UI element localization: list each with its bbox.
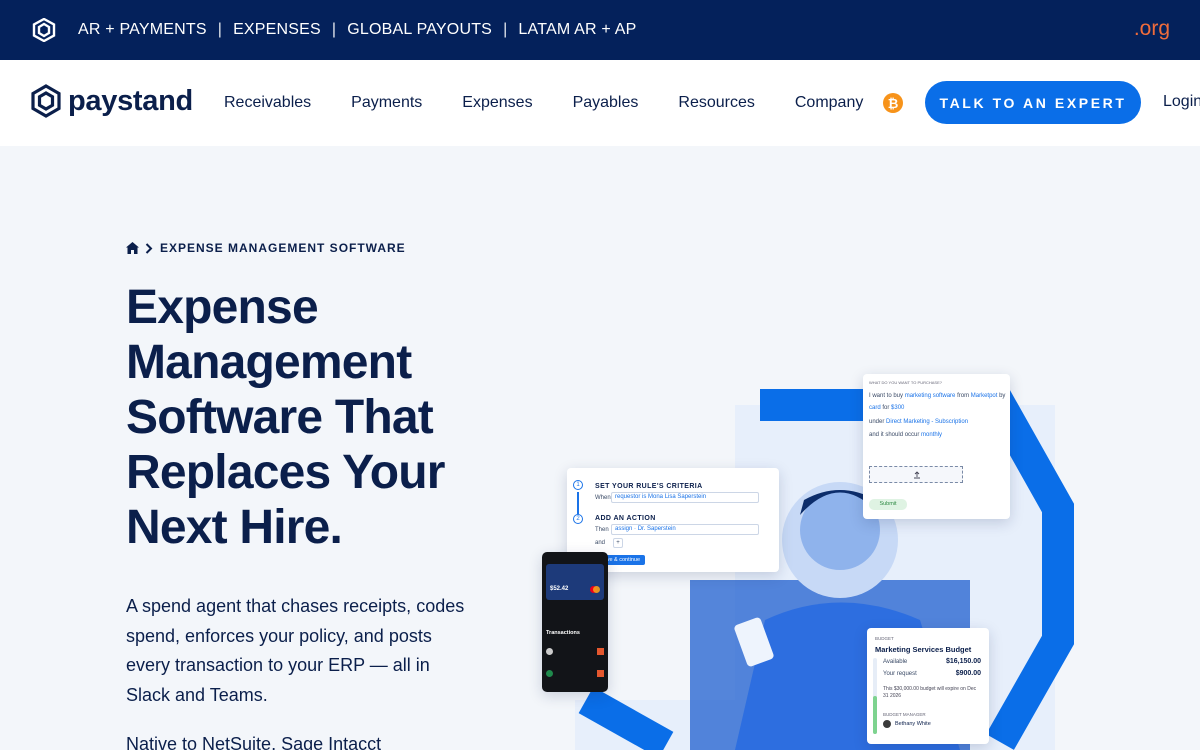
link-ar-payments[interactable]: AR + PAYMENTS — [78, 21, 207, 39]
request-header: WHAT DO YOU WANT TO PURCHASE? — [869, 380, 942, 385]
for-label: for — [882, 405, 890, 411]
request-line-1: I want to buy marketing software from Ma… — [869, 393, 1005, 399]
link-expenses[interactable]: EXPENSES — [233, 21, 321, 39]
nav-item-payments[interactable]: Payments — [351, 94, 422, 112]
mastercard-icon — [590, 586, 600, 593]
nav-item-company[interactable]: Company — [795, 94, 863, 112]
card-balance: $52.42 — [550, 586, 569, 592]
budget-title: Marketing Services Budget — [875, 645, 972, 654]
transactions-heading: Transactions — [546, 630, 580, 636]
org-link[interactable]: .org — [1134, 17, 1170, 41]
link-global-payouts[interactable]: GLOBAL PAYOUTS — [347, 21, 492, 39]
under-label: under — [869, 419, 885, 425]
link-latam[interactable]: LATAM AR + AP — [518, 21, 636, 39]
request-label: Your request — [883, 671, 917, 677]
when-label: When — [595, 495, 611, 501]
budget-card: BUDGET Marketing Services Budget Availab… — [867, 628, 989, 744]
manager-label: BUDGET MANAGER — [883, 712, 926, 717]
nav-menu: Receivables Payments Expenses Payables R… — [224, 60, 903, 146]
upload-dropzone[interactable] — [869, 466, 963, 483]
request-line-3: under Direct Marketing - Subscription — [869, 419, 968, 425]
step2-title: ADD AN ACTION — [595, 515, 656, 522]
main-nav: paystand Receivables Payments Expenses P… — [0, 60, 1200, 146]
submit-button[interactable]: Submit — [869, 499, 907, 510]
transaction-row[interactable] — [546, 670, 604, 678]
nav-item-payables[interactable]: Payables — [573, 94, 639, 112]
brand-name: paystand — [68, 84, 193, 117]
chevron-right-icon — [145, 242, 153, 254]
method-field[interactable]: card — [869, 405, 881, 411]
top-bar: AR + PAYMENTS | EXPENSES | GLOBAL PAYOUT… — [0, 0, 1200, 60]
criteria-field[interactable]: requestor is Mona Lisa Saperstein — [611, 492, 759, 503]
paystand-logo-icon[interactable] — [32, 18, 56, 42]
nav-item-resources[interactable]: Resources — [678, 94, 754, 112]
budget-label: BUDGET — [875, 636, 894, 641]
request-line-4: and it should occur monthly — [869, 432, 942, 438]
virtual-card[interactable]: $52.42 — [546, 564, 604, 600]
by-label: by — [999, 393, 1006, 399]
then-label: Then — [595, 527, 609, 533]
breadcrumb: EXPENSE MANAGEMENT SOFTWARE — [126, 241, 406, 255]
amount-field[interactable]: $300 — [891, 405, 904, 411]
buy-prefix: I want to buy — [869, 393, 904, 399]
request-line-2: card for $300 — [869, 405, 904, 411]
product-links: AR + PAYMENTS | EXPENSES | GLOBAL PAYOUT… — [78, 0, 636, 60]
bitcoin-icon[interactable]: ₿ — [883, 93, 903, 113]
step-one-badge: 1 — [573, 480, 583, 490]
hero-description: A spend agent that chases receipts, code… — [126, 596, 465, 705]
separator: | — [217, 21, 223, 38]
talk-to-expert-button[interactable]: TALK TO AN EXPERT — [925, 81, 1141, 124]
item-field[interactable]: marketing software — [905, 393, 956, 399]
erp-integrations-text: Native to NetSuite, Sage Intacct — [126, 734, 382, 750]
transaction-row[interactable] — [546, 648, 604, 656]
home-icon[interactable] — [126, 242, 139, 254]
action-value: assign — [615, 526, 633, 532]
budget-note: This $30,000.00 budget will expire on De… — [883, 686, 977, 699]
phone-mockup: $52.42 Transactions — [542, 552, 608, 692]
purchase-request-card: WHAT DO YOU WANT TO PURCHASE? I want to … — [863, 374, 1010, 519]
nav-item-expenses[interactable]: Expenses — [462, 94, 532, 112]
step-two-badge: 2 — [573, 514, 583, 524]
from-label: from — [957, 393, 970, 399]
separator: | — [503, 21, 508, 38]
vendor-field[interactable]: Marketpot — [971, 393, 998, 399]
frequency-field[interactable]: monthly — [921, 432, 942, 438]
occur-prefix: and it should occur — [869, 432, 920, 438]
upload-icon — [914, 471, 920, 479]
login-link[interactable]: Login — [1163, 93, 1200, 111]
hero-illustration: 1 2 SET YOUR RULE'S CRITERIA When reques… — [520, 370, 1080, 750]
action-field[interactable]: assign · Dr. Saperstein — [611, 524, 759, 535]
brand-logo[interactable]: paystand — [30, 84, 193, 118]
page-title: Expense Management Software That Replace… — [126, 281, 445, 554]
budget-meter-fill — [873, 696, 877, 734]
category-field[interactable]: Direct Marketing - Subscription — [886, 419, 968, 425]
available-label: Available — [883, 659, 908, 665]
paystand-mark-icon — [31, 84, 61, 118]
assignee-value: Dr. Saperstein — [637, 526, 676, 532]
manager-avatar — [883, 720, 891, 728]
manager-name: Bethany White — [895, 721, 931, 727]
available-value: $16,150.00 — [945, 658, 981, 665]
budget-meter — [873, 658, 877, 734]
request-value: $900.00 — [955, 670, 981, 677]
nav-item-receivables[interactable]: Receivables — [224, 94, 311, 112]
breadcrumb-current: EXPENSE MANAGEMENT SOFTWARE — [160, 241, 406, 255]
and-label: and — [595, 540, 606, 546]
step-connector — [577, 492, 579, 514]
add-condition-icon[interactable]: + — [613, 538, 623, 548]
separator: | — [331, 21, 337, 38]
step1-title: SET YOUR RULE'S CRITERIA — [595, 483, 703, 490]
